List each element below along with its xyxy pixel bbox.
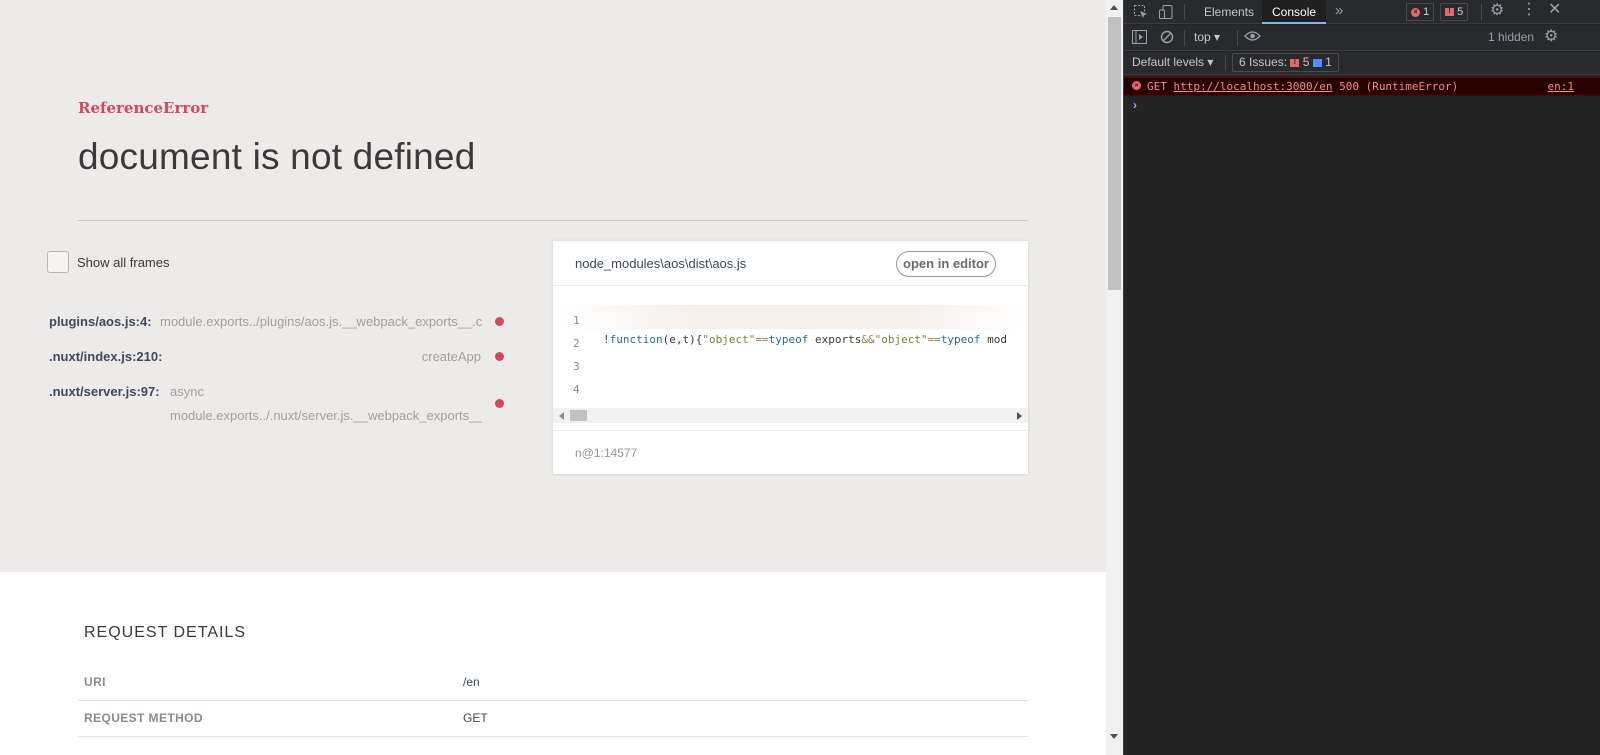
error-type: ReferenceError — [78, 99, 209, 117]
response-status: 500 (RuntimeError) — [1339, 80, 1459, 93]
issues-info-count: 1 — [1325, 55, 1332, 69]
error-hero: ReferenceError document is not defined S… — [0, 0, 1106, 572]
code-panel-divider — [553, 430, 1028, 431]
frame-indicator-dot — [495, 317, 504, 326]
error-icon: × — [1132, 81, 1141, 90]
inspect-element-icon[interactable] — [1133, 4, 1149, 22]
source-link[interactable]: en:1 — [1548, 80, 1575, 93]
request-method: GET — [1147, 80, 1167, 93]
error-count: 1 — [1423, 6, 1430, 18]
show-all-frames-toggle[interactable]: Show all frames — [47, 251, 169, 273]
tab-console[interactable]: Console — [1262, 0, 1327, 24]
frame-indicator-dot — [495, 399, 504, 408]
request-value: GET — [463, 711, 488, 725]
stack-frame[interactable]: .nuxt/index.js:210: createApp — [49, 349, 509, 365]
request-row: REQUEST METHOD GET — [78, 701, 1028, 737]
line-number: 3 — [573, 360, 580, 373]
default-levels-dropdown[interactable]: Default levels ▾ — [1132, 55, 1213, 69]
console-toolbar: top ▾ 1 hidden ⚙ — [1124, 25, 1600, 73]
frame-function-line2: module.exports../.nuxt/server.js.__webpa… — [170, 408, 482, 423]
dropdown-arrow-icon: ▾ — [1207, 55, 1214, 69]
issue-error-icon: ! — [1290, 58, 1300, 67]
request-details-title: REQUEST DETAILS — [84, 624, 246, 641]
request-url-link[interactable]: http://localhost:3000/en — [1174, 80, 1333, 93]
code-horizontal-scrollbar[interactable] — [553, 408, 1028, 423]
scroll-right-arrow-icon[interactable] — [1017, 412, 1022, 420]
context-value: top — [1194, 30, 1211, 44]
page-vertical-scrollbar[interactable] — [1106, 0, 1123, 755]
dropdown-arrow-icon: ▾ — [1214, 30, 1221, 44]
default-levels-label: Default levels — [1132, 55, 1205, 69]
frame-file: .nuxt/server.js:97: — [49, 384, 160, 399]
scroll-thumb[interactable] — [1108, 17, 1121, 290]
hidden-messages-count: 1 hidden — [1488, 30, 1535, 44]
line-number: 4 — [573, 383, 580, 396]
frame-file: plugins/aos.js:4: — [49, 314, 152, 329]
scroll-left-arrow-icon[interactable] — [559, 412, 564, 420]
issues-label: 6 Issues: — [1239, 55, 1288, 69]
clear-console-icon[interactable] — [1160, 30, 1174, 46]
issues-error-count: 5 — [1302, 55, 1310, 69]
device-toolbar-icon[interactable] — [1158, 4, 1174, 22]
stack-frame[interactable]: .nuxt/server.js:97: async module.exports… — [49, 384, 509, 426]
toolbar-separator — [1184, 4, 1185, 20]
kebab-menu-icon[interactable]: ⋮ — [1521, 2, 1537, 18]
devtools-tab-bar: Elements Console » × 1 ! 5 ⚙ ⋮ ✕ — [1124, 0, 1600, 24]
issues-button[interactable]: 6 Issues: ! 5 1 — [1232, 53, 1339, 72]
error-message: document is not defined — [78, 136, 476, 177]
divider — [78, 220, 1028, 221]
frame-indicator-dot — [495, 352, 504, 361]
request-key: URI — [84, 675, 106, 689]
console-error-message: × GET http://localhost:3000/en 500 (Runt… — [1124, 77, 1600, 96]
code-location: n@1:14577 — [575, 446, 638, 460]
issue-error-icon: ! — [1445, 8, 1454, 17]
open-in-editor-button[interactable]: open in editor — [896, 251, 996, 277]
console-levels-bar: Default levels ▾ 6 Issues: ! 5 1 — [1124, 52, 1600, 75]
gear-icon[interactable]: ⚙ — [1490, 3, 1504, 19]
line-number: 2 — [573, 337, 580, 350]
error-count-badge[interactable]: × 1 — [1406, 3, 1435, 21]
error-icon: × — [1411, 7, 1420, 17]
console-error-text: GET http://localhost:3000/en 500 (Runtim… — [1147, 80, 1458, 93]
console-prompt-chevron-icon[interactable]: › — [1133, 98, 1137, 112]
code-line: !function(e,t){"object"==typeof exports&… — [603, 333, 1008, 346]
devtools-panel: Elements Console » × 1 ! 5 ⚙ ⋮ ✕ top ▾ 1… — [1123, 0, 1600, 755]
toolbar-separator — [1184, 30, 1185, 46]
request-key: REQUEST METHOD — [84, 711, 203, 725]
scroll-down-arrow-icon[interactable] — [1110, 734, 1118, 739]
scroll-thumb[interactable] — [570, 410, 587, 421]
code-panel-divider — [553, 285, 1028, 286]
show-all-frames-label: Show all frames — [77, 254, 170, 270]
context-select[interactable]: top ▾ — [1194, 30, 1220, 44]
line-number: 1 — [573, 314, 580, 327]
more-tabs-icon[interactable]: » — [1335, 3, 1343, 18]
highlighted-line — [553, 305, 1028, 329]
toolbar-separator — [1225, 55, 1226, 71]
console-settings-gear-icon[interactable]: ⚙ — [1544, 29, 1558, 45]
request-row: URI /en — [78, 665, 1028, 701]
eye-icon[interactable] — [1244, 30, 1261, 44]
code-panel: node_modules\aos\dist\aos.js open in edi… — [553, 241, 1028, 474]
frame-function: module.exports../plugins/aos.js.__webpac… — [160, 314, 482, 329]
toolbar-separator — [1481, 4, 1482, 20]
error-page: ReferenceError document is not defined S… — [0, 0, 1106, 755]
frame-function-line1: async — [170, 384, 204, 399]
tab-elements[interactable]: Elements — [1194, 0, 1264, 24]
scroll-up-arrow-icon[interactable] — [1110, 5, 1118, 10]
issue-count-badge[interactable]: ! 5 — [1440, 3, 1469, 21]
code-file-path: node_modules\aos\dist\aos.js — [575, 256, 747, 271]
issue-info-icon — [1312, 58, 1322, 67]
warning-count: 5 — [1457, 6, 1464, 18]
close-icon[interactable]: ✕ — [1548, 2, 1561, 18]
frame-function: createApp — [421, 349, 481, 364]
request-value: /en — [463, 675, 480, 689]
stack-frame[interactable]: plugins/aos.js:4: module.exports../plugi… — [49, 314, 509, 330]
frame-file: .nuxt/index.js:210: — [49, 349, 163, 364]
show-all-frames-checkbox[interactable] — [47, 251, 69, 273]
sidebar-toggle-icon[interactable] — [1132, 30, 1147, 46]
toolbar-separator — [1237, 30, 1238, 46]
